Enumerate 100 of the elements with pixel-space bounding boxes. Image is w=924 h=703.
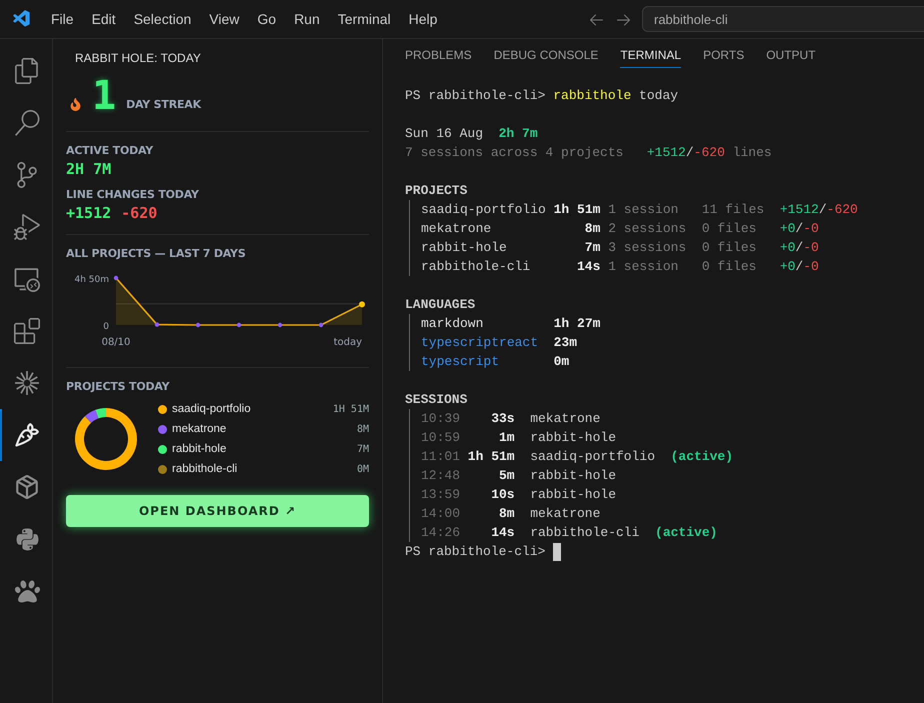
- terminal-text: mekatrone: [421, 220, 492, 238]
- terminal-text: rabbit-hole: [421, 239, 508, 257]
- python-icon[interactable]: [14, 526, 40, 552]
- menu-item[interactable]: Terminal: [328, 11, 400, 27]
- terminal-text: 2h 7m: [498, 125, 538, 143]
- terminal-text: lines: [732, 144, 772, 162]
- terminal-text: -0: [803, 239, 819, 257]
- remote-explorer-icon[interactable]: [14, 266, 40, 292]
- menu-item[interactable]: File: [42, 11, 83, 27]
- terminal-text: -620: [826, 201, 858, 219]
- files-icon[interactable]: [14, 58, 40, 84]
- terminal-text: +1512: [646, 144, 686, 162]
- terminal-text: rabbit-hole: [529, 467, 616, 485]
- terminal-prompt: PS rabbithole-cli>: [405, 87, 546, 105]
- stat-label: LINE CHANGES TODAY: [66, 188, 200, 201]
- search-icon[interactable]: [14, 110, 40, 136]
- terminal-text: /: [818, 201, 827, 219]
- terminal-text: 10:59: [421, 429, 462, 447]
- terminal-text: rabbithole-cli: [529, 524, 640, 542]
- terminal-text: 13:59: [421, 486, 462, 504]
- terminal-text: typescriptreact: [421, 334, 540, 352]
- terminal-text: 1 session: [607, 258, 680, 276]
- terminal-text: (active): [655, 524, 718, 542]
- lines-removed: -620: [121, 204, 158, 222]
- carrot-icon[interactable]: [14, 422, 40, 448]
- terminal-text: /: [795, 258, 804, 276]
- active-time: 2H 7M: [66, 160, 112, 178]
- terminal-text: 7 sessions across 4 projects: [405, 144, 624, 162]
- terminal-text: Sun 16 Aug: [405, 125, 484, 143]
- terminal-cursor: [553, 542, 562, 560]
- axis-label: 0: [103, 322, 109, 332]
- terminal-text: 8m: [584, 220, 600, 238]
- terminal-text: 2 sessions: [607, 220, 688, 238]
- terminal-text: 1h 51m: [554, 201, 600, 219]
- terminal-text: 8m: [498, 505, 515, 523]
- run-debug-icon[interactable]: [14, 214, 40, 240]
- panel-tab[interactable]: PROBLEMS: [405, 42, 472, 68]
- legend-label: mekatrone: [172, 423, 228, 435]
- box-icon[interactable]: [14, 474, 40, 500]
- terminal-text: 0 files: [702, 258, 758, 276]
- terminal-prompt: PS rabbithole-cli>: [405, 543, 546, 561]
- terminal-heading: LANGUAGES: [405, 296, 476, 314]
- terminal-text: 5m: [498, 467, 515, 485]
- terminal-text: /: [795, 220, 804, 238]
- menu-item[interactable]: Edit: [82, 11, 125, 27]
- terminal-text: +0: [780, 220, 796, 238]
- paw-icon[interactable]: [14, 578, 40, 604]
- legend-value: 7M: [356, 444, 369, 454]
- legend-label: rabbit-hole: [172, 443, 228, 455]
- axis-label: 08/10: [102, 337, 130, 348]
- terminal-text: 7m: [584, 239, 600, 257]
- terminal-heading: SESSIONS: [405, 391, 468, 409]
- terminal-text: 14:26: [421, 524, 462, 542]
- legend-value: 8M: [356, 424, 369, 434]
- terminal-text: mekatrone: [529, 505, 600, 523]
- terminal-text: +0: [780, 258, 796, 276]
- terminal-text: rabbithole-cli: [421, 258, 532, 276]
- extensions-icon[interactable]: [14, 318, 40, 344]
- terminal-text: 0m: [554, 353, 570, 371]
- search-field[interactable]: rabbithole-cli: [642, 6, 924, 32]
- menu-item[interactable]: Go: [248, 11, 286, 27]
- axis-label: 4h 50m: [74, 275, 109, 285]
- menu-item[interactable]: Selection: [124, 11, 200, 27]
- panel-tab[interactable]: TERMINAL: [620, 42, 682, 68]
- terminal-text: +0: [780, 239, 796, 257]
- panel-tab[interactable]: DEBUG CONSOLE: [494, 42, 598, 68]
- terminal-text: 0 files: [702, 239, 758, 257]
- stat-label: ACTIVE TODAY: [66, 144, 154, 157]
- terminal-text: -0: [803, 258, 819, 276]
- terminal-text: 11:01: [421, 448, 462, 466]
- open-dashboard-button[interactable]: OPEN DASHBOARD ↗: [66, 495, 369, 527]
- menu-item[interactable]: Help: [400, 11, 446, 27]
- legend-label: rabbithole-cli: [172, 463, 238, 475]
- terminal-text: 14s: [490, 524, 515, 542]
- legend-label: saadiq-portfolio: [172, 403, 252, 415]
- legend-value: 1H 51M: [332, 404, 369, 414]
- terminal-text: 1h 51m: [468, 448, 515, 466]
- axis-label: today: [334, 337, 362, 348]
- flame-icon: [69, 98, 82, 111]
- terminal-text: rabbit-hole: [529, 429, 616, 447]
- terminal-text: /: [795, 239, 804, 257]
- terminal-heading: PROJECTS: [405, 182, 468, 200]
- terminal-text: 0 files: [702, 220, 758, 238]
- terminal-text: markdown: [421, 315, 484, 333]
- terminal-text: mekatrone: [529, 410, 600, 428]
- terminal-text: 10:39: [421, 410, 462, 428]
- burst-icon[interactable]: [14, 370, 40, 396]
- menu-item[interactable]: Run: [285, 11, 329, 27]
- menu-item[interactable]: View: [200, 11, 248, 27]
- section-heading: ALL PROJECTS — LAST 7 DAYS: [66, 247, 247, 260]
- terminal-text: 3 sessions: [607, 239, 688, 257]
- panel-tab[interactable]: OUTPUT: [766, 42, 816, 68]
- terminal-text: 11 files: [702, 201, 766, 219]
- streak-count: 1: [92, 79, 116, 113]
- sidebar-title: RABBIT HOLE: TODAY: [74, 50, 202, 67]
- panel-tab[interactable]: PORTS: [703, 42, 744, 68]
- terminal-text: saadiq-portfolio: [529, 448, 656, 466]
- terminal-text: 1h 27m: [554, 315, 600, 333]
- terminal-text: typescript: [421, 353, 500, 371]
- app-logo-icon[interactable]: [12, 9, 32, 29]
